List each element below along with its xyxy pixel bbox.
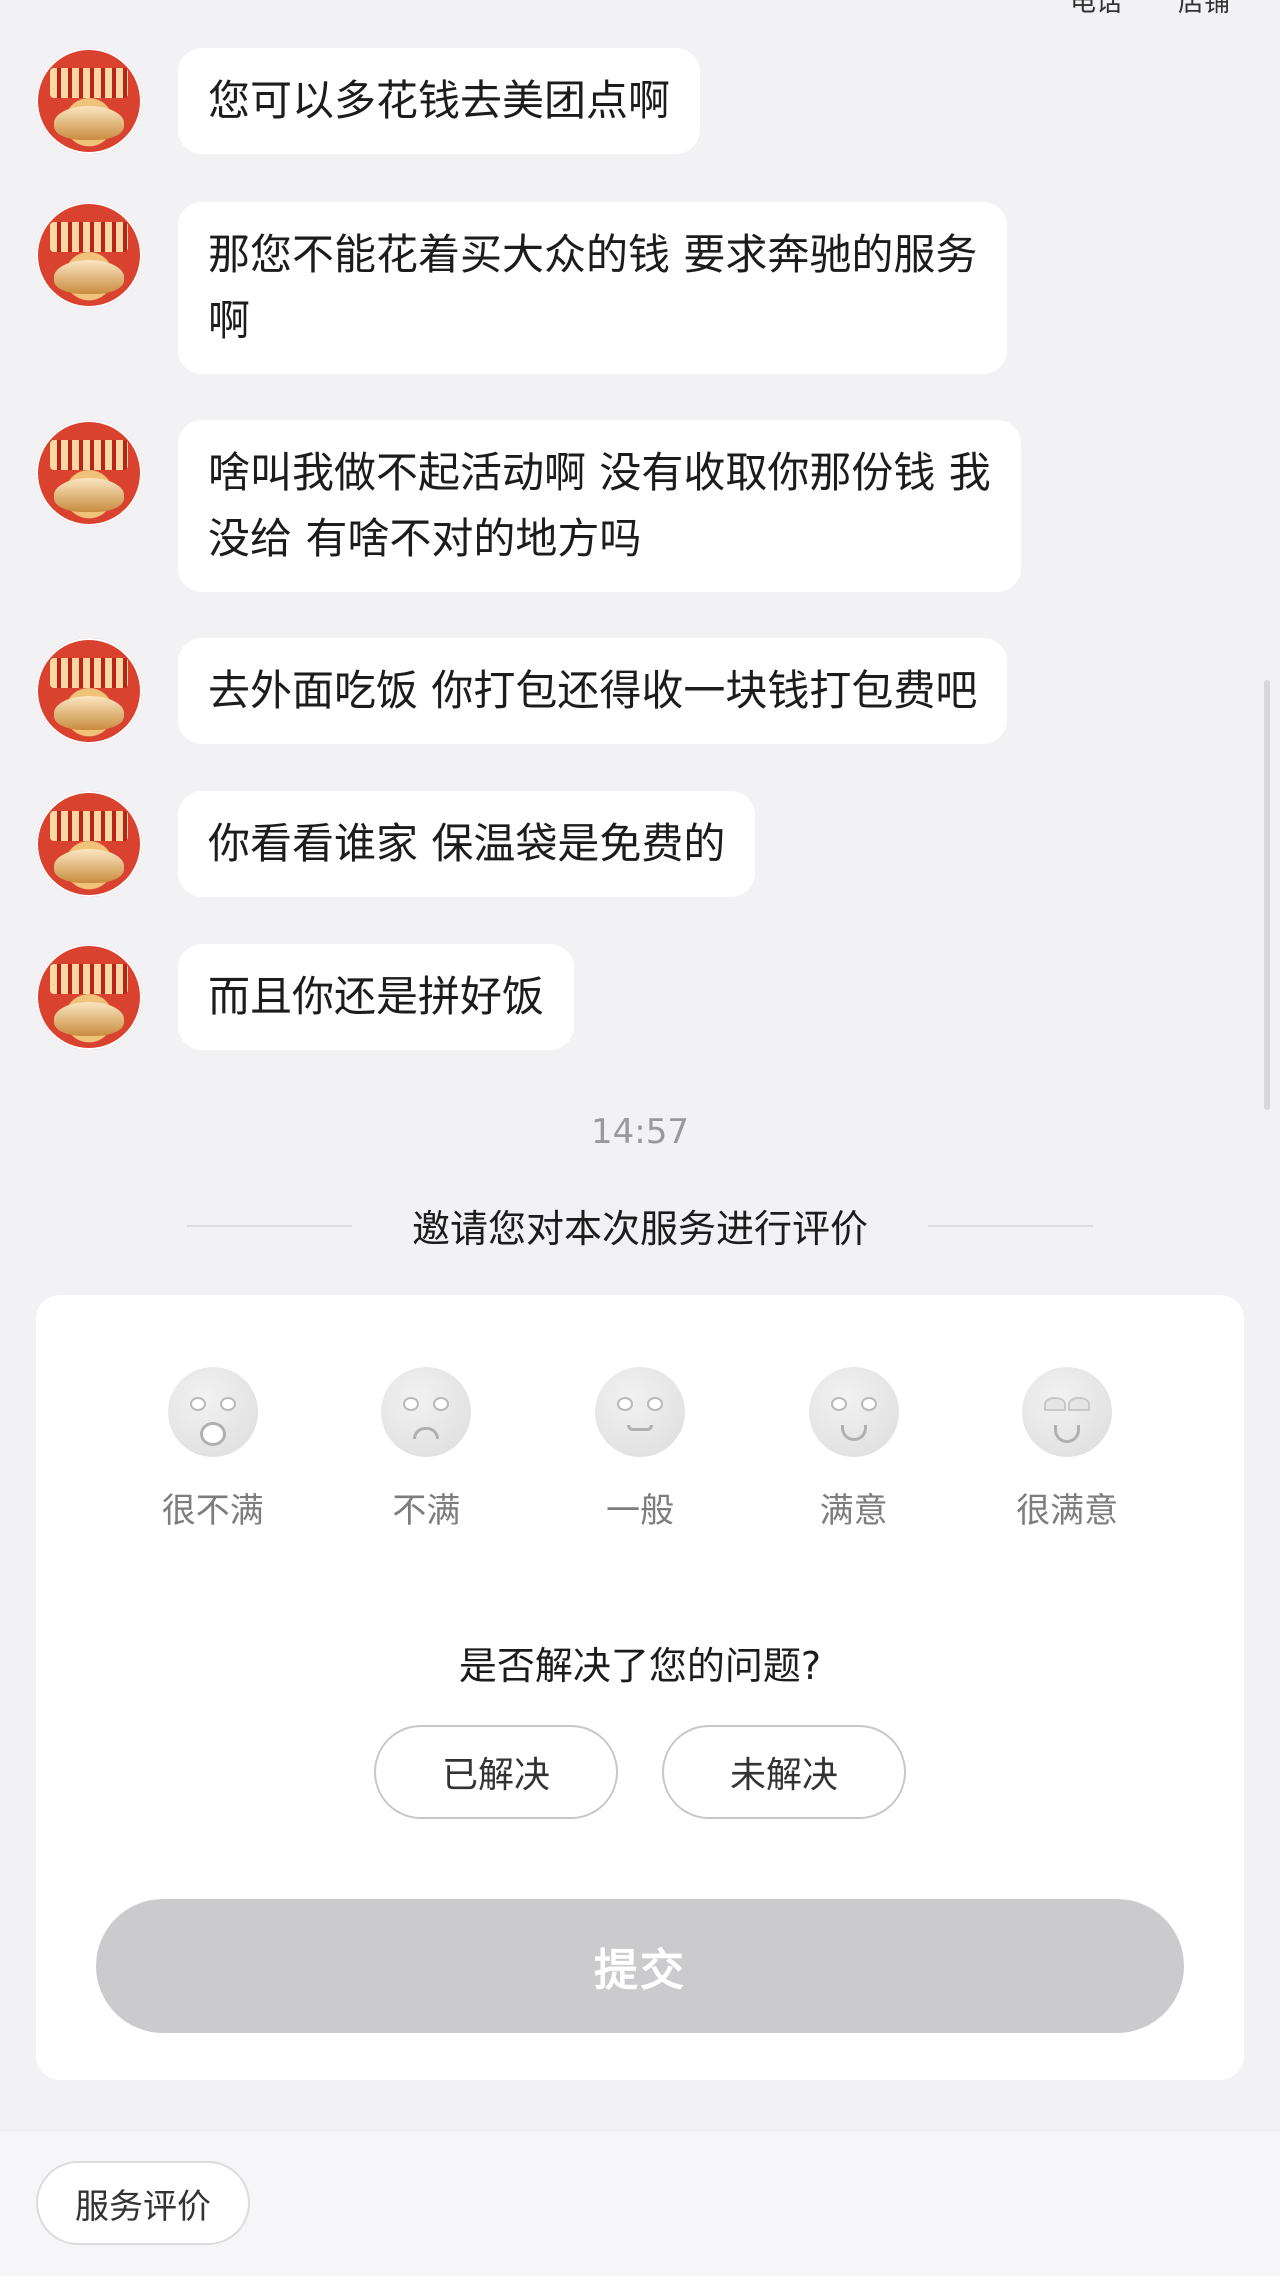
- rating-option-label: 满意: [819, 1491, 888, 1531]
- merchant-avatar[interactable]: [36, 791, 142, 897]
- message-bubble: 去外面吃饭 你打包还得收一块钱打包费吧: [178, 638, 1008, 744]
- message-bubble: 那您不能花着买大众的钱 要求奔驰的服务 啊: [178, 202, 1008, 374]
- message-timestamp: 14:57: [591, 1112, 689, 1152]
- submit-button[interactable]: 提交: [96, 1899, 1184, 2033]
- rating-option-very-satisfied[interactable]: 很满意: [992, 1367, 1142, 1532]
- merchant-avatar[interactable]: [36, 638, 142, 744]
- phone-link[interactable]: 电话: [1070, 0, 1122, 19]
- rating-option-dissatisfied[interactable]: 不满: [351, 1367, 501, 1532]
- merchant-avatar[interactable]: [36, 202, 142, 308]
- rating-option-very-dissatisfied[interactable]: 很不满: [138, 1367, 288, 1532]
- chat-message: 去外面吃饭 你打包还得收一块钱打包费吧: [36, 638, 1008, 744]
- chat-message: 而且你还是拼好饭: [36, 944, 575, 1050]
- rating-invite: 邀请您对本次服务进行评价: [0, 1198, 1280, 1253]
- very-dissatisfied-face-icon: [167, 1367, 258, 1457]
- bottom-bar: 服务评价: [0, 2130, 1280, 2276]
- message-bubble: 您可以多花钱去美团点啊: [178, 48, 701, 154]
- rating-card: 很不满 不满 一般 满意 很满意 是否解决了您的问题? 已解决 未解决 提交: [36, 1295, 1244, 2080]
- scrollbar[interactable]: [1264, 680, 1270, 1110]
- unresolved-button[interactable]: 未解决: [662, 1725, 906, 1819]
- resolved-button[interactable]: 已解决: [374, 1725, 618, 1819]
- rating-option-label: 很满意: [1016, 1491, 1119, 1531]
- rating-option-neutral[interactable]: 一般: [565, 1367, 715, 1532]
- merchant-avatar[interactable]: [36, 420, 142, 526]
- message-bubble: 而且你还是拼好饭: [178, 944, 575, 1050]
- resolution-question: 是否解决了您的问题?: [458, 1644, 822, 1688]
- message-bubble: 你看看谁家 保温袋是免费的: [178, 791, 756, 897]
- store-link[interactable]: 店铺: [1178, 0, 1230, 19]
- rating-option-satisfied[interactable]: 满意: [779, 1367, 929, 1532]
- dissatisfied-face-icon: [381, 1367, 472, 1457]
- rating-invite-text: 邀请您对本次服务进行评价: [411, 1207, 868, 1251]
- merchant-avatar[interactable]: [36, 48, 142, 154]
- divider: [928, 1224, 1093, 1227]
- rating-option-label: 一般: [605, 1491, 674, 1531]
- chat-message: 您可以多花钱去美团点啊: [36, 48, 701, 154]
- neutral-face-icon: [594, 1367, 685, 1457]
- resolution-choices: 已解决 未解决: [36, 1725, 1244, 1819]
- rating-options: 很不满 不满 一般 满意 很满意: [36, 1367, 1244, 1532]
- chat-message: 那您不能花着买大众的钱 要求奔驰的服务 啊: [36, 202, 1008, 374]
- chat-message: 你看看谁家 保温袋是免费的: [36, 791, 756, 897]
- service-eval-button[interactable]: 服务评价: [36, 2161, 250, 2245]
- rating-option-label: 很不满: [161, 1491, 264, 1531]
- merchant-avatar[interactable]: [36, 944, 142, 1050]
- divider: [186, 1224, 352, 1227]
- chat-message: 啥叫我做不起活动啊 没有收取你那份钱 我 没给 有啥不对的地方吗: [36, 420, 1021, 592]
- rating-option-label: 不满: [392, 1491, 461, 1531]
- message-bubble: 啥叫我做不起活动啊 没有收取你那份钱 我 没给 有啥不对的地方吗: [178, 420, 1021, 592]
- satisfied-face-icon: [808, 1367, 899, 1457]
- header-links: 电话 店铺: [1070, 0, 1230, 19]
- very-satisfied-face-icon: [1022, 1367, 1113, 1457]
